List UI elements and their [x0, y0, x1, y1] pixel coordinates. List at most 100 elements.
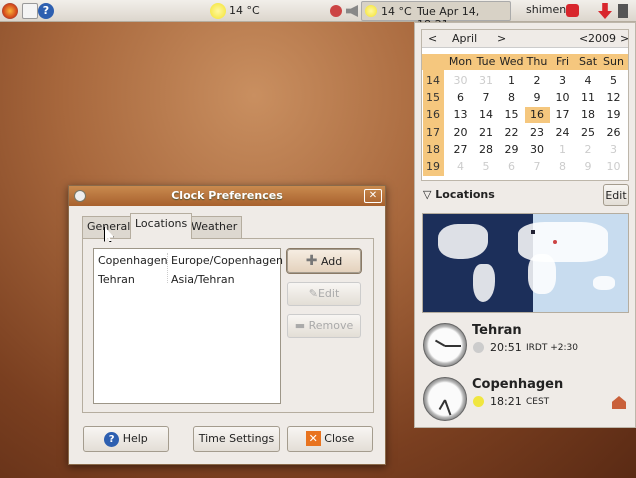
- workspace-icon[interactable]: [618, 4, 628, 18]
- calendar-day[interactable]: 29: [499, 142, 524, 158]
- clock-applet[interactable]: 14 °C Tue Apr 14, 18:21: [361, 1, 511, 31]
- close-button[interactable]: ✕ Close: [287, 426, 373, 452]
- remove-label: Remove: [308, 319, 354, 332]
- calendar-day[interactable]: 19: [601, 107, 626, 123]
- edit-label: Edit: [317, 287, 340, 300]
- calendar-day[interactable]: 8: [550, 159, 575, 175]
- close-window-icon[interactable]: ✕: [364, 189, 382, 203]
- day-name: Sun: [603, 55, 624, 68]
- calendar-day[interactable]: 3: [601, 142, 626, 158]
- week-number: 14: [426, 74, 440, 87]
- calendar-day[interactable]: 23: [525, 125, 550, 141]
- calendar-day[interactable]: 30: [525, 142, 550, 158]
- calendar-day[interactable]: 1: [550, 142, 575, 158]
- clock-city: Copenhagen: [472, 377, 564, 392]
- locations-expander[interactable]: ▽ Locations: [423, 188, 495, 201]
- day-name: Wed: [499, 55, 524, 68]
- week-number: 15: [426, 91, 440, 105]
- calendar-day[interactable]: 8: [499, 90, 524, 106]
- calendar-day[interactable]: 2: [525, 73, 550, 89]
- calendar-day[interactable]: 17: [550, 107, 575, 123]
- tab-weather[interactable]: Weather: [186, 216, 243, 238]
- calendar-day[interactable]: 3: [550, 73, 575, 89]
- calendar-day[interactable]: 4: [448, 159, 473, 175]
- minus-icon: ▬: [294, 319, 309, 332]
- weather-temp[interactable]: 14 °C: [229, 4, 260, 17]
- help-button[interactable]: ? Help: [83, 426, 169, 452]
- calendar-day[interactable]: 22: [499, 125, 524, 141]
- edit-button[interactable]: ✎Edit: [287, 282, 361, 306]
- location-row[interactable]: Tehran Asia/Tehran: [94, 271, 280, 289]
- calendar-day[interactable]: 5: [474, 159, 499, 175]
- day-name: Fri: [555, 55, 570, 68]
- mail-icon[interactable]: [22, 3, 38, 19]
- calendar-day[interactable]: 10: [550, 90, 575, 106]
- calendar-day[interactable]: 9: [525, 90, 550, 106]
- location-row[interactable]: Copenhagen Europe/Copenhagen: [94, 252, 283, 270]
- calendar-day[interactable]: 24: [550, 125, 575, 141]
- calendar-day[interactable]: 26: [601, 125, 626, 141]
- user-name[interactable]: shimen: [526, 3, 566, 16]
- weather-sun-icon: [210, 3, 226, 19]
- calendar-day[interactable]: 4: [576, 73, 601, 89]
- world-map[interactable]: [422, 213, 629, 313]
- firefox-icon[interactable]: [2, 3, 18, 19]
- calendar-day[interactable]: 2: [576, 142, 601, 158]
- calendar-day[interactable]: 18: [576, 107, 601, 123]
- calendar-day[interactable]: 31: [474, 73, 499, 89]
- calendar-day[interactable]: 15: [499, 107, 524, 123]
- tab-locations[interactable]: Locations: [130, 213, 193, 239]
- calendar-day[interactable]: 12: [601, 90, 626, 106]
- calendar-day[interactable]: 7: [525, 159, 550, 175]
- calendar-day[interactable]: 16: [524, 107, 550, 124]
- location-name: Copenhagen: [98, 254, 168, 267]
- calendar-popup: < April > < 2009 > Mon Tue Wed Thu Fri Sat Sun…: [414, 22, 636, 428]
- calendar-day[interactable]: 30: [448, 73, 473, 89]
- calendar-day[interactable]: 6: [448, 90, 473, 106]
- clock-preferences-dialog: Clock Preferences ✕ General Locations We…: [68, 185, 386, 465]
- calendar-day[interactable]: 21: [474, 125, 499, 141]
- week-number: 18: [426, 142, 440, 156]
- network-icon[interactable]: [330, 5, 342, 17]
- analog-clock-icon: [423, 323, 467, 367]
- next-year-button[interactable]: >: [620, 32, 629, 45]
- calendar-day[interactable]: 11: [576, 90, 601, 106]
- next-month-button[interactable]: >: [497, 32, 506, 45]
- month-label: April: [452, 32, 478, 45]
- week-number: 17: [426, 125, 440, 139]
- calendar-day[interactable]: 10: [601, 159, 626, 175]
- prev-year-button[interactable]: <: [579, 32, 588, 45]
- year-label: 2009: [588, 32, 616, 45]
- location-timezone: Asia/Tehran: [171, 273, 235, 286]
- home-icon[interactable]: [612, 396, 626, 409]
- edit-locations-button[interactable]: Edit: [603, 184, 629, 206]
- help-label: Help: [122, 432, 148, 445]
- update-icon[interactable]: [598, 3, 612, 19]
- locations-list[interactable]: Copenhagen Europe/Copenhagen Tehran Asia/Te…: [93, 248, 283, 404]
- calendar-day[interactable]: 14: [474, 107, 499, 123]
- calendar-day[interactable]: 1: [499, 73, 524, 89]
- dialog-title: Clock Preferences: [69, 186, 385, 206]
- calendar-day[interactable]: 13: [448, 107, 473, 123]
- volume-icon[interactable]: [346, 5, 358, 17]
- add-button[interactable]: ✚ Add: [287, 249, 361, 273]
- shutdown-icon[interactable]: [566, 4, 579, 17]
- calendar-day[interactable]: 25: [576, 125, 601, 141]
- locations-label: Locations: [435, 188, 495, 201]
- tehran-marker: [553, 240, 557, 244]
- calendar-day[interactable]: 9: [576, 159, 601, 175]
- help-icon[interactable]: ?: [38, 3, 54, 19]
- window-menu-icon[interactable]: [74, 190, 86, 202]
- time-settings-button[interactable]: Time Settings: [193, 426, 280, 452]
- tray-temp: 14 °C: [381, 5, 412, 18]
- calendar-day[interactable]: 20: [448, 125, 473, 141]
- sun-icon: [365, 5, 377, 17]
- triangle-down-icon: ▽: [423, 188, 436, 201]
- calendar-day[interactable]: 27: [448, 142, 473, 158]
- calendar-day[interactable]: 28: [474, 142, 499, 158]
- calendar-day[interactable]: 6: [499, 159, 524, 175]
- calendar-day[interactable]: 5: [601, 73, 626, 89]
- prev-month-button[interactable]: <: [428, 32, 437, 45]
- calendar-day[interactable]: 7: [474, 90, 499, 106]
- remove-button[interactable]: ▬ Remove: [287, 314, 361, 338]
